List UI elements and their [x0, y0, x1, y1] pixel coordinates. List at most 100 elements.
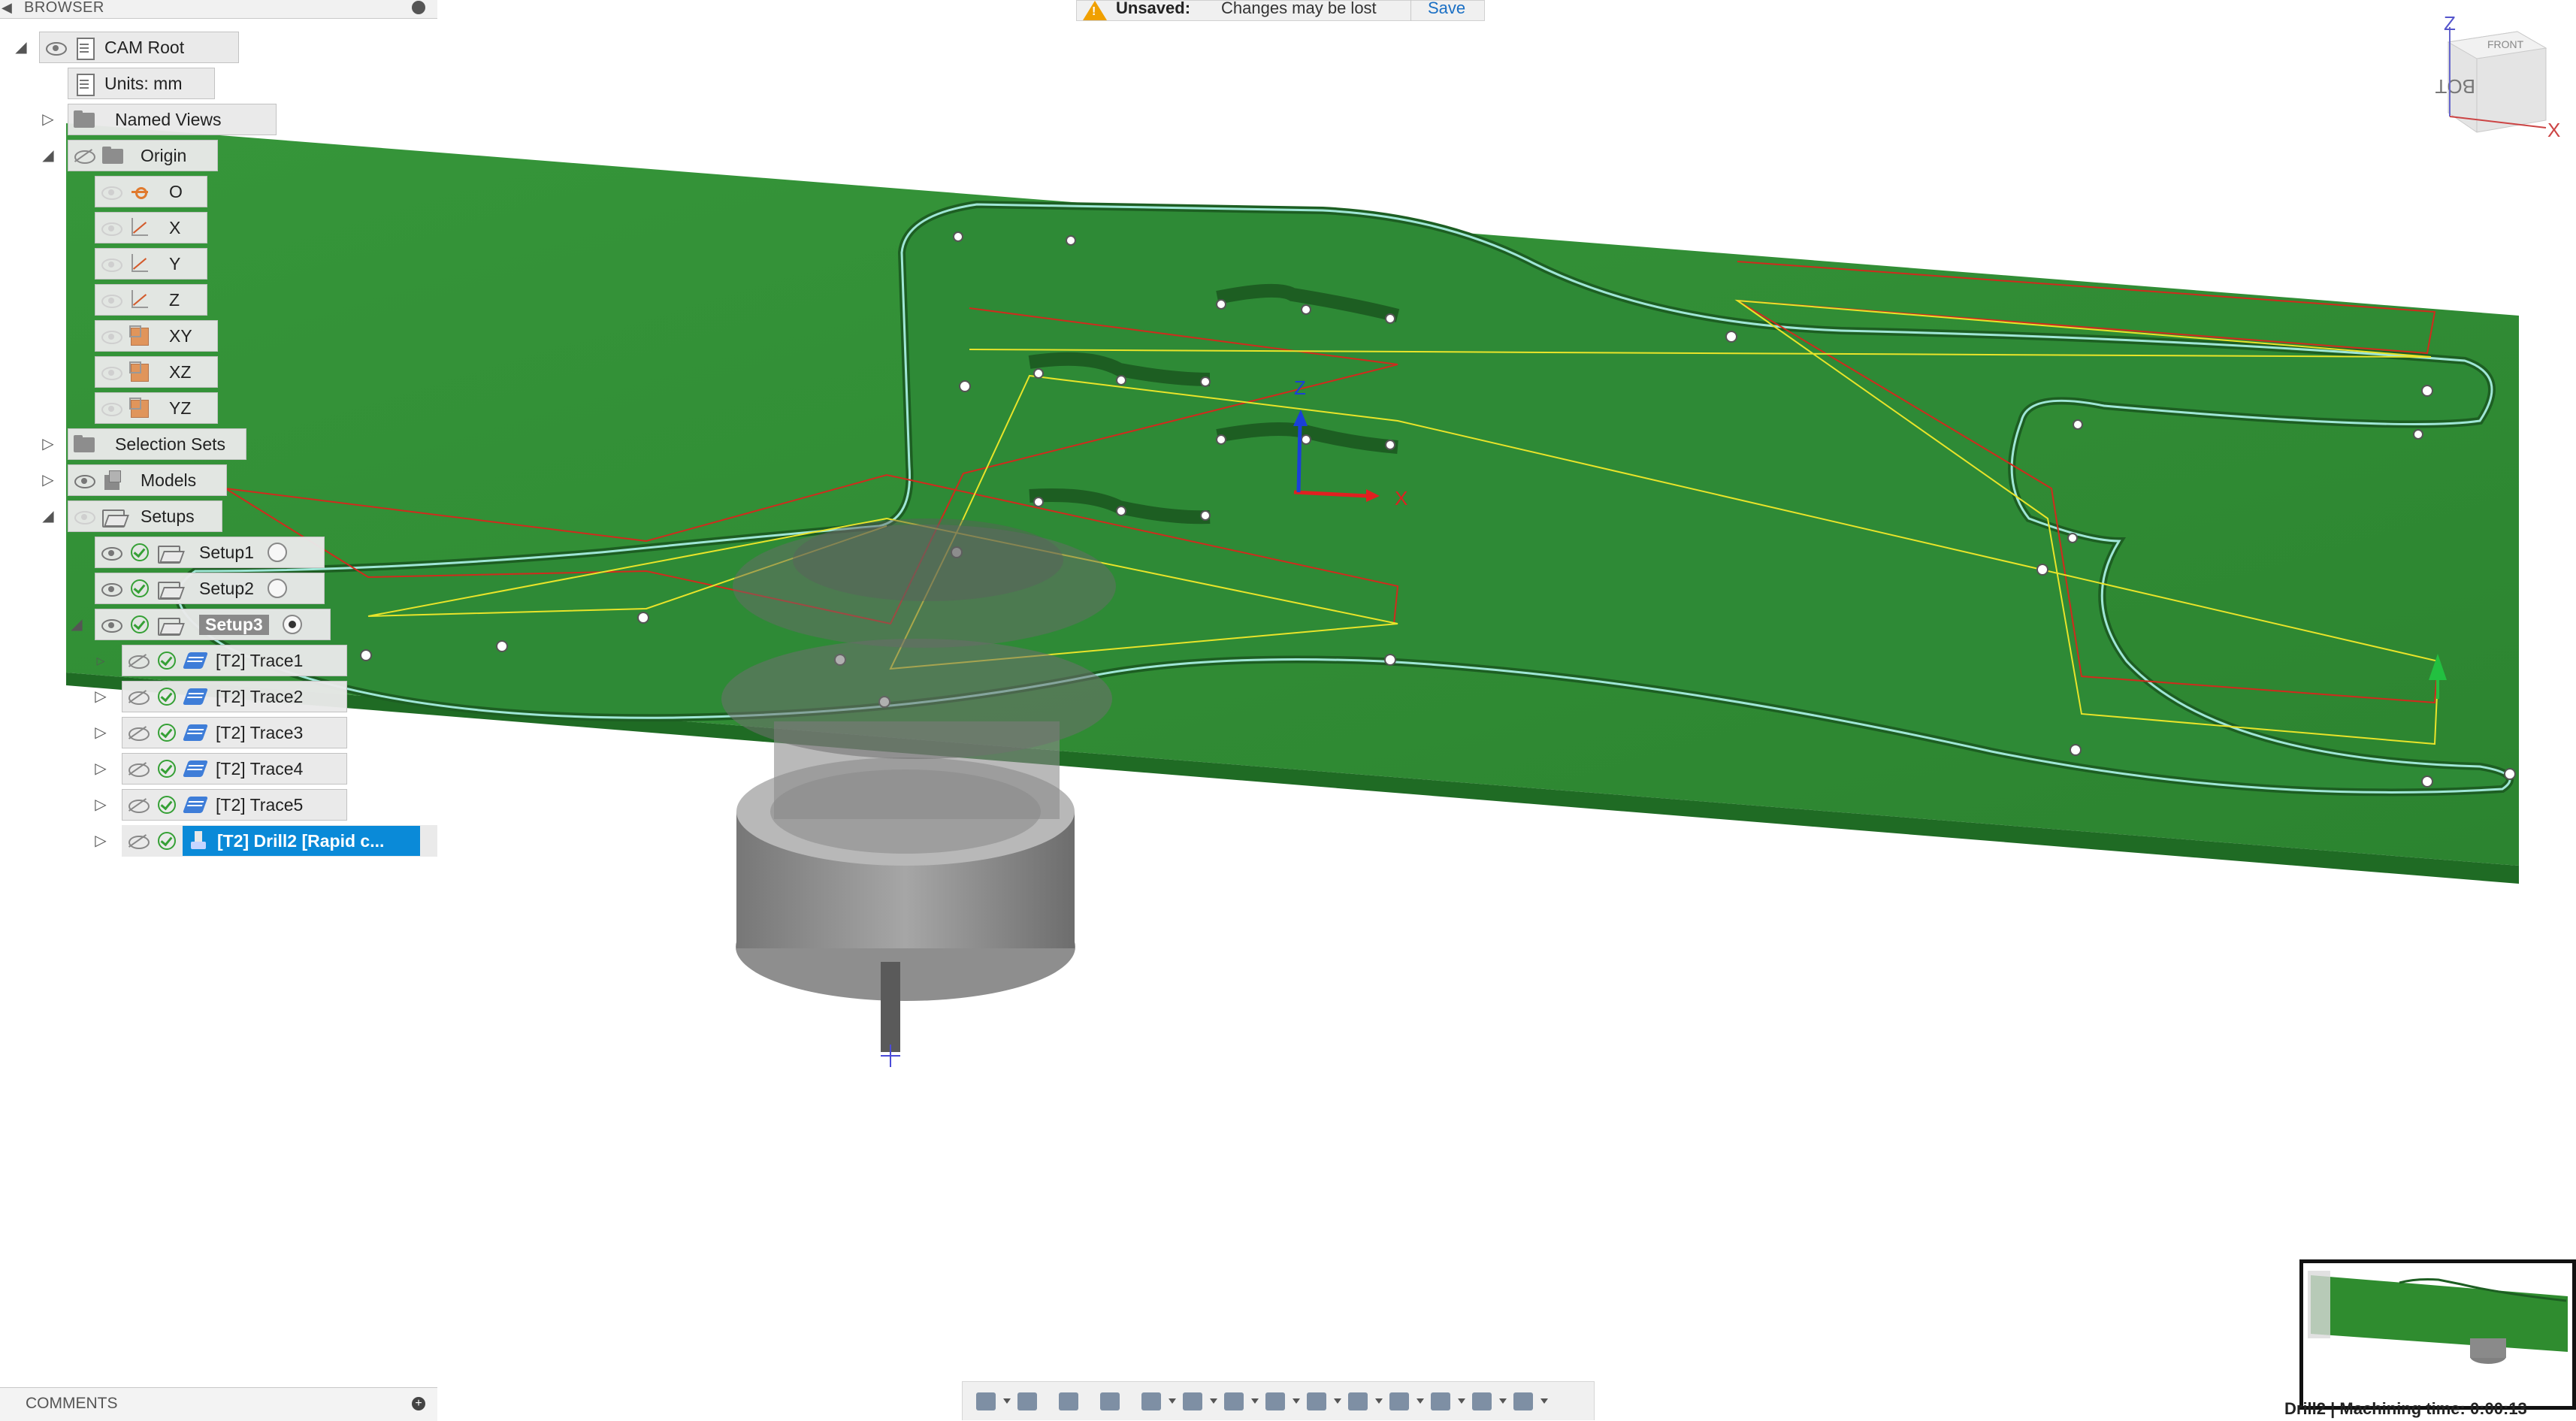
tree-label: [T2] Trace1 — [216, 650, 304, 670]
eye-hidden-icon[interactable] — [125, 792, 151, 818]
tree-label: [T2] Trace2 — [216, 686, 304, 706]
effects-icon[interactable] — [1426, 1386, 1465, 1416]
environment-icon[interactable] — [1385, 1386, 1424, 1416]
tree-origin-x[interactable]: X — [95, 212, 207, 243]
tree-op-trace4[interactable]: [T2] Trace4 — [122, 753, 347, 785]
expand-toggle[interactable]: ▷ — [92, 789, 110, 821]
tree-setup1[interactable]: Setup1 — [95, 537, 325, 568]
expand-toggle[interactable]: ◢ — [12, 32, 30, 63]
panel-options-icon[interactable] — [412, 1, 425, 14]
eye-icon[interactable] — [71, 467, 97, 493]
eye-hidden-icon[interactable] — [125, 756, 151, 782]
eye-icon[interactable] — [98, 359, 124, 385]
tool-icon[interactable] — [1468, 1386, 1507, 1416]
triad-z-label: Z — [1294, 376, 1306, 399]
eye-hidden-icon[interactable] — [125, 720, 151, 745]
eye-hidden-icon[interactable] — [125, 648, 151, 673]
eye-icon[interactable] — [71, 503, 97, 529]
viewcube-z-label: Z — [2444, 15, 2456, 35]
eye-icon[interactable] — [98, 251, 124, 277]
expand-toggle[interactable]: ▷ — [92, 717, 110, 748]
add-comment-icon[interactable]: + — [412, 1397, 425, 1410]
expand-toggle[interactable]: ▷ — [92, 753, 110, 785]
expand-toggle[interactable]: ◢ — [68, 609, 86, 640]
tree-origin-xz[interactable]: XZ — [95, 356, 218, 388]
setups-folder-icon — [100, 503, 125, 529]
display-settings-icon[interactable] — [1178, 1386, 1217, 1416]
view-cube[interactable]: FRONT BOTTOM Z X — [2435, 15, 2562, 143]
eye-hidden-icon[interactable] — [125, 828, 151, 854]
eye-icon[interactable] — [98, 540, 124, 565]
eye-icon[interactable] — [98, 179, 124, 204]
expand-toggle[interactable]: ▷ — [92, 645, 110, 676]
tree-label: YZ — [169, 398, 192, 418]
eye-icon[interactable] — [98, 215, 124, 240]
tree-setups[interactable]: Setups — [68, 500, 222, 532]
expand-toggle[interactable]: ▷ — [39, 104, 57, 135]
browser-header[interactable]: ◀ BROWSER — [0, 0, 437, 19]
tree-label: Named Views — [115, 109, 222, 129]
tree-op-trace3[interactable]: [T2] Trace3 — [122, 717, 347, 748]
minimap[interactable] — [2299, 1259, 2576, 1410]
tree-origin-y[interactable]: Y — [95, 248, 207, 280]
tree-cam-root[interactable]: CAM Root — [39, 32, 239, 63]
eye-icon[interactable] — [98, 612, 124, 637]
tree-label: XY — [169, 325, 192, 346]
check-icon — [154, 828, 180, 854]
tree-origin-xy[interactable]: XY — [95, 320, 218, 352]
trace-toolpath-icon — [183, 684, 208, 709]
eye-hidden-icon[interactable] — [125, 684, 151, 709]
tree-op-drill2[interactable]: [T2] Drill2 [Rapid c... — [122, 825, 437, 857]
expand-toggle[interactable]: ◢ — [39, 500, 57, 532]
eye-icon[interactable] — [98, 576, 124, 601]
eye-icon[interactable] — [43, 35, 68, 60]
view-icon[interactable] — [1261, 1386, 1300, 1416]
section-icon[interactable] — [1302, 1386, 1341, 1416]
tree-origin[interactable]: Origin — [68, 140, 218, 171]
pan-icon[interactable] — [1054, 1386, 1084, 1416]
zoom-icon[interactable] — [1096, 1386, 1126, 1416]
save-link[interactable]: Save — [1410, 0, 1465, 21]
tree-op-trace2[interactable]: [T2] Trace2 — [122, 681, 347, 712]
plane-icon — [127, 323, 153, 349]
collapse-arrow-icon[interactable]: ◀ — [2, 0, 12, 16]
unsaved-message: Changes may be lost — [1221, 0, 1377, 17]
tree-models[interactable]: Models — [68, 464, 227, 496]
eye-hidden-icon[interactable] — [71, 143, 97, 168]
active-setup-radio[interactable] — [267, 543, 287, 562]
plane-icon — [127, 359, 153, 385]
tree-setup2[interactable]: Setup2 — [95, 573, 325, 604]
tree-named-views[interactable]: Named Views — [68, 104, 277, 135]
tree-origin-o[interactable]: O — [95, 176, 207, 207]
active-setup-radio[interactable] — [282, 615, 302, 634]
viewport-canvas[interactable]: Z X — [0, 0, 2576, 1420]
expand-toggle[interactable]: ◢ — [39, 140, 57, 171]
eye-icon[interactable] — [98, 287, 124, 313]
expand-toggle[interactable]: ▷ — [92, 825, 110, 857]
orbit-icon[interactable] — [972, 1386, 1011, 1416]
expand-toggle[interactable]: ▷ — [39, 428, 57, 460]
tree-label: Units: mm — [104, 73, 183, 93]
check-icon — [154, 720, 180, 745]
expand-toggle[interactable]: ▷ — [92, 681, 110, 712]
tree-label: Setup1 — [199, 542, 254, 562]
zoom-window-icon[interactable] — [1137, 1386, 1176, 1416]
expand-toggle[interactable]: ▷ — [39, 464, 57, 496]
tree-setup3[interactable]: Setup3 — [95, 609, 331, 640]
tree-selection-sets[interactable]: Selection Sets — [68, 428, 246, 460]
tree-origin-z[interactable]: Z — [95, 284, 207, 316]
eye-icon[interactable] — [98, 323, 124, 349]
simulate-icon[interactable] — [1509, 1386, 1548, 1416]
look-at-icon[interactable] — [1013, 1386, 1043, 1416]
tree-op-trace5[interactable]: [T2] Trace5 — [122, 789, 347, 821]
orbit-mode-icon[interactable] — [1344, 1386, 1383, 1416]
tree-origin-yz[interactable]: YZ — [95, 392, 218, 424]
tree-units[interactable]: Units: mm — [68, 68, 215, 99]
grid-icon[interactable] — [1220, 1386, 1259, 1416]
eye-icon[interactable] — [98, 395, 124, 421]
component-icon — [100, 467, 125, 493]
check-icon — [154, 684, 180, 709]
tree-op-trace1[interactable]: [T2] Trace1 — [122, 645, 347, 676]
comments-panel[interactable]: COMMENTS + — [0, 1387, 437, 1421]
active-setup-radio[interactable] — [267, 579, 287, 598]
